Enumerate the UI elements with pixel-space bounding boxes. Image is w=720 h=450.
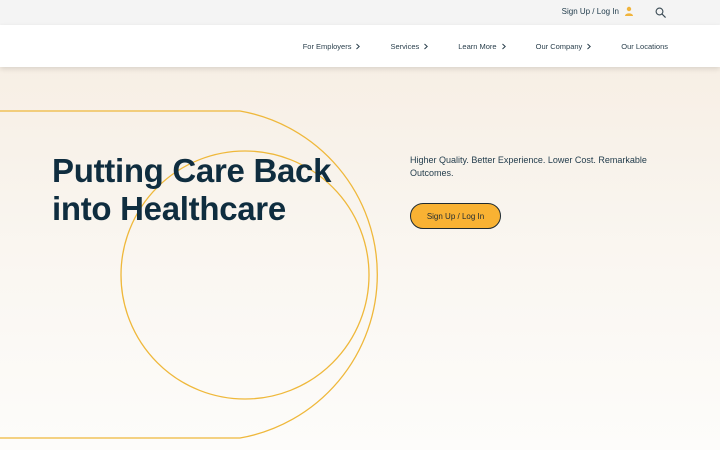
hero-signup-button[interactable]: Sign Up / Log In — [410, 203, 501, 229]
nav-item-learn-more[interactable]: Learn More — [458, 42, 506, 51]
nav-item-our-locations[interactable]: Our Locations — [621, 42, 668, 51]
nav-item-for-employers[interactable]: For Employers — [303, 42, 362, 51]
search-icon[interactable] — [655, 7, 666, 18]
hero-section: Putting Care Back into Healthcare Higher… — [0, 67, 720, 450]
chevron-right-icon — [501, 43, 506, 49]
nav-item-our-company[interactable]: Our Company — [536, 42, 593, 51]
user-icon — [625, 6, 633, 16]
chevron-right-icon — [424, 43, 429, 49]
chevron-right-icon — [587, 43, 592, 49]
hero-subtitle: Higher Quality. Better Experience. Lower… — [410, 155, 647, 178]
hero-title: Putting Care Back into Healthcare — [52, 152, 352, 228]
hero-title-line-1: Putting Care Back — [52, 152, 332, 189]
nav-item-label: Our Company — [535, 41, 583, 51]
decorative-outline-shapes — [0, 110, 378, 439]
hero-signup-label: Sign Up / Log In — [426, 211, 485, 221]
chevron-right-icon — [356, 43, 361, 49]
nav-item-label: Learn More — [458, 41, 497, 51]
hero-title-line-2: into Healthcare — [52, 190, 286, 227]
header-signup-label: Sign Up / Log In — [561, 6, 619, 16]
nav-item-services[interactable]: Services — [390, 42, 429, 51]
nav-item-label: Our Locations — [621, 41, 668, 51]
header-signup-link[interactable]: Sign Up / Log In — [562, 6, 634, 16]
utility-bar: Sign Up / Log In — [0, 0, 720, 25]
nav-item-label: Services — [390, 41, 420, 51]
nav-item-label: For Employers — [302, 41, 352, 51]
nav-items: For Employers Services Learn More Our Co… — [274, 25, 668, 67]
main-nav: For Employers Services Learn More Our Co… — [0, 25, 720, 67]
